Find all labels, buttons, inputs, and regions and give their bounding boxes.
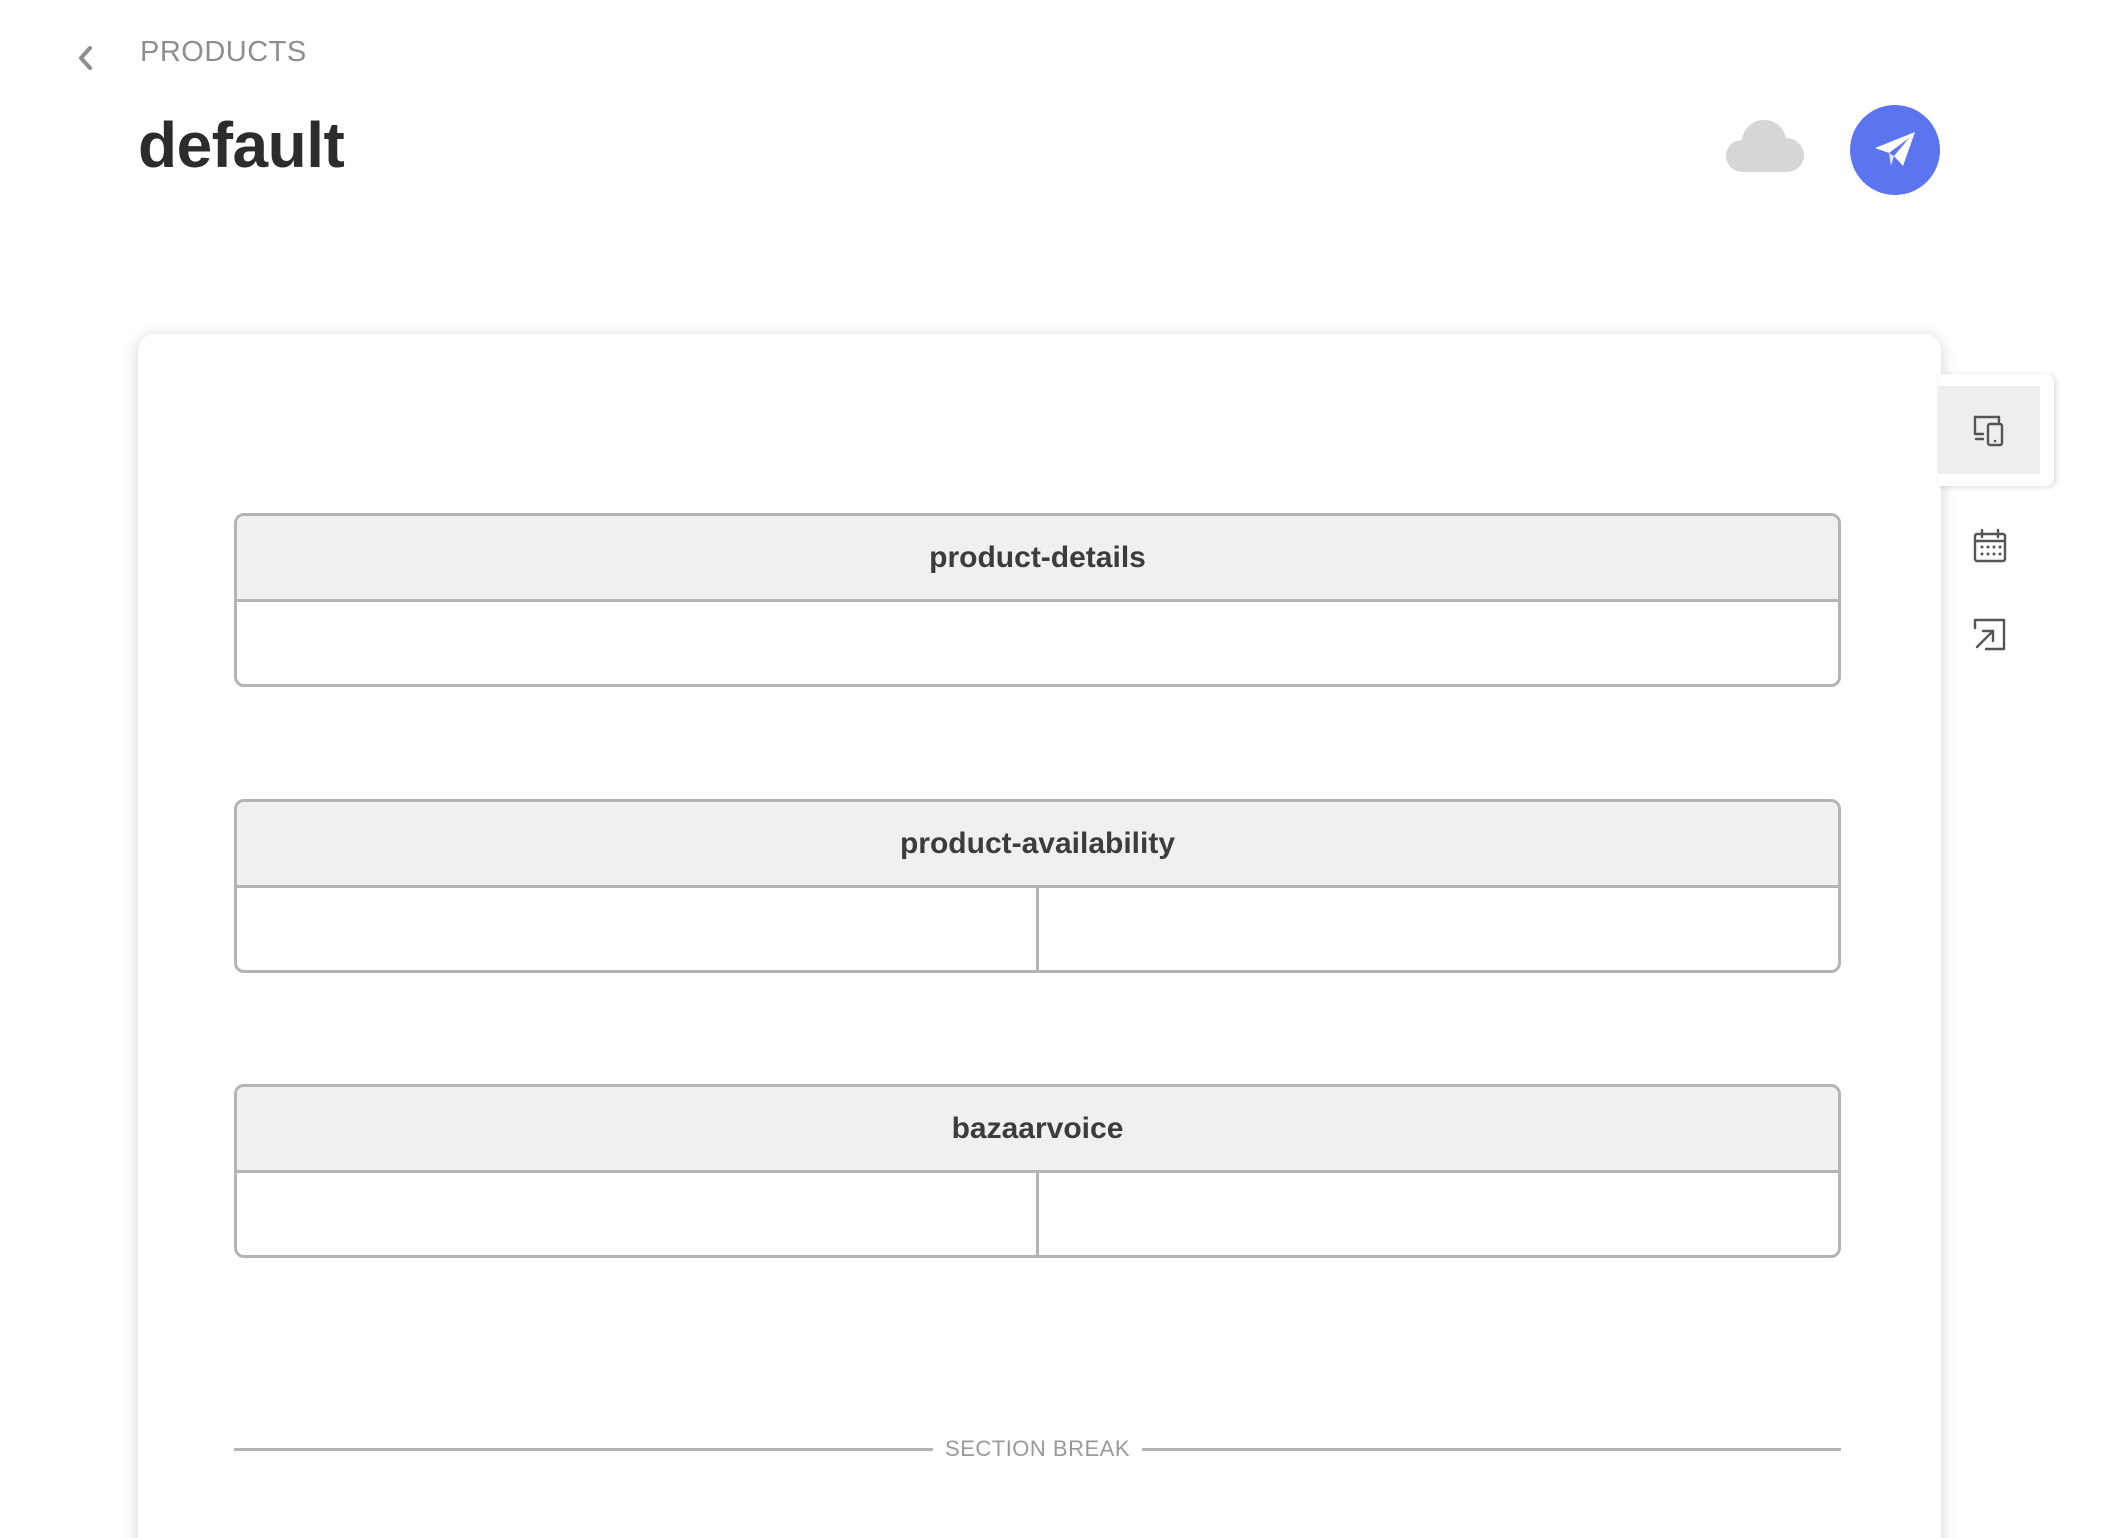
section-break-line: [234, 1447, 934, 1451]
block-cell[interactable]: [1036, 1173, 1838, 1255]
device-preview-button[interactable]: [1938, 386, 2040, 474]
block-header: product-details: [237, 516, 1838, 602]
chevron-left-icon: [79, 46, 92, 70]
block-body: [237, 1173, 1838, 1255]
block-cell[interactable]: [237, 602, 1838, 684]
rail-panel-active: [1938, 374, 2054, 486]
section-break: SECTION BREAK: [234, 1434, 1842, 1464]
block-product-details[interactable]: product-details: [234, 513, 1841, 687]
document-canvas: product-details product-availability baz…: [138, 334, 1941, 1538]
open-external-icon: [1973, 618, 2006, 651]
block-body: [237, 602, 1838, 684]
breadcrumb[interactable]: PRODUCTS: [140, 36, 307, 69]
paper-plane-icon: [1875, 132, 1915, 166]
open-external-button[interactable]: [1960, 604, 2020, 664]
publish-button[interactable]: [1850, 105, 1940, 195]
block-cell[interactable]: [237, 1173, 1036, 1255]
device-preview-icon: [1973, 415, 2004, 447]
calendar-icon: [1973, 528, 2007, 563]
section-break-line: [1142, 1447, 1842, 1451]
block-product-availability[interactable]: product-availability: [234, 799, 1841, 973]
block-bazaarvoice[interactable]: bazaarvoice: [234, 1084, 1841, 1258]
block-cell[interactable]: [237, 888, 1036, 970]
page-title: default: [138, 109, 345, 181]
block-header: product-availability: [237, 802, 1838, 888]
calendar-button[interactable]: [1960, 516, 2020, 576]
block-body: [237, 888, 1838, 970]
section-break-label: SECTION BREAK: [945, 1436, 1130, 1461]
editor-page: PRODUCTS default product-details product…: [0, 0, 2108, 1538]
back-button[interactable]: [68, 40, 104, 76]
block-cell[interactable]: [1036, 888, 1838, 970]
block-header: bazaarvoice: [237, 1087, 1838, 1173]
cloud-icon: [1726, 120, 1804, 172]
